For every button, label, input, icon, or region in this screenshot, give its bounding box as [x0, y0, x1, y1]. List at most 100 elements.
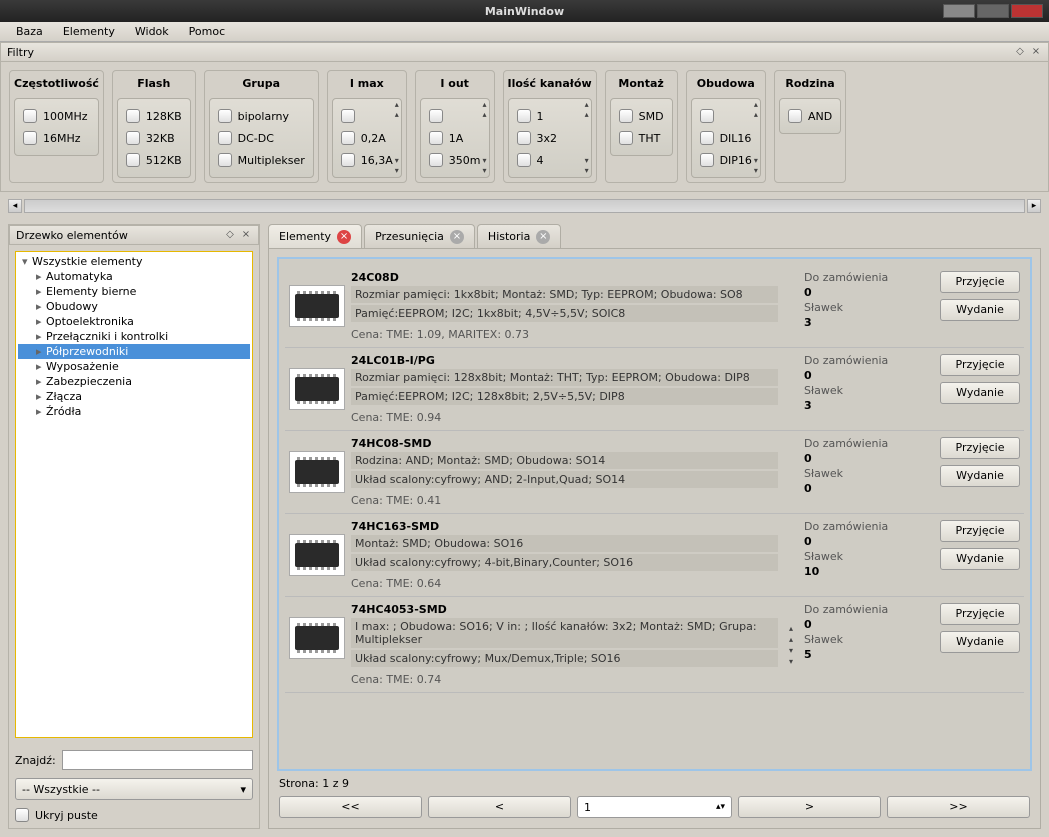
item-spinner[interactable]: ▴▴▾▾ [784, 603, 798, 686]
checkbox[interactable] [341, 153, 355, 167]
menu-baza[interactable]: Baza [6, 23, 53, 40]
menu-elementy[interactable]: Elementy [53, 23, 125, 40]
issue-button[interactable]: Wydanie [940, 299, 1020, 321]
filter-option[interactable]: 128KB [124, 105, 184, 127]
issue-button[interactable]: Wydanie [940, 382, 1020, 404]
filter-option[interactable]: SMD [617, 105, 666, 127]
checkbox[interactable] [700, 131, 714, 145]
filter-option[interactable]: 1 [515, 105, 585, 127]
page-last-button[interactable]: >> [887, 796, 1030, 818]
tab-elementy[interactable]: Elementy× [268, 224, 362, 248]
filter-option[interactable]: 512KB [124, 149, 184, 171]
scroll-up-icon[interactable]: ▴▴ [585, 101, 589, 119]
checkbox[interactable] [126, 109, 140, 123]
filter-option[interactable]: AND [786, 105, 834, 127]
checkbox[interactable] [429, 153, 443, 167]
checkbox[interactable] [700, 153, 714, 167]
tree-item[interactable]: ▸Źródła [18, 404, 250, 419]
tree-root[interactable]: ▾Wszystkie elementy [18, 254, 250, 269]
checkbox[interactable] [126, 131, 140, 145]
filter-option[interactable]: 32KB [124, 127, 184, 149]
item-spinner[interactable] [784, 520, 798, 590]
scroll-down-icon[interactable]: ▾▾ [395, 157, 399, 175]
window-minimize-button[interactable] [943, 4, 975, 18]
checkbox[interactable] [23, 109, 37, 123]
checkbox[interactable] [619, 109, 633, 123]
filters-detach-icon[interactable]: ◇ [1014, 46, 1026, 58]
receive-button[interactable]: Przyjęcie [940, 437, 1020, 459]
receive-button[interactable]: Przyjęcie [940, 271, 1020, 293]
issue-button[interactable]: Wydanie [940, 465, 1020, 487]
find-input[interactable] [62, 750, 253, 770]
checkbox[interactable] [218, 153, 232, 167]
receive-button[interactable]: Przyjęcie [940, 520, 1020, 542]
checkbox[interactable] [700, 109, 714, 123]
checkbox[interactable] [517, 131, 531, 145]
filter-option[interactable] [339, 105, 395, 127]
receive-button[interactable]: Przyjęcie [940, 603, 1020, 625]
checkbox[interactable] [23, 131, 37, 145]
page-select[interactable]: 1 ▴▾ [577, 796, 732, 818]
tree-close-icon[interactable]: × [240, 229, 252, 241]
checkbox[interactable] [341, 109, 355, 123]
tree-view[interactable]: ▾Wszystkie elementy▸Automatyka▸Elementy … [15, 251, 253, 738]
page-first-button[interactable]: << [279, 796, 422, 818]
checkbox[interactable] [788, 109, 802, 123]
issue-button[interactable]: Wydanie [940, 631, 1020, 653]
checkbox[interactable] [517, 153, 531, 167]
page-prev-button[interactable]: < [428, 796, 571, 818]
tab-historia[interactable]: Historia× [477, 224, 561, 248]
tree-item[interactable]: ▸Złącza [18, 389, 250, 404]
scroll-right-icon[interactable]: ▸ [1027, 199, 1041, 213]
list-item[interactable]: 24LC01B-I/PGRozmiar pamięci: 128x8bit; M… [285, 348, 1024, 431]
tree-detach-icon[interactable]: ◇ [224, 229, 236, 241]
menu-widok[interactable]: Widok [125, 23, 179, 40]
tree-item[interactable]: ▸Obudowy [18, 299, 250, 314]
filter-option[interactable]: 1A [427, 127, 483, 149]
filter-option[interactable]: 16,3A [339, 149, 395, 171]
item-spinner[interactable] [784, 354, 798, 424]
tree-item[interactable]: ▸Wyposażenie [18, 359, 250, 374]
filter-option[interactable]: 0,2A [339, 127, 395, 149]
filter-option[interactable]: DC-DC [216, 127, 307, 149]
scroll-up-icon[interactable]: ▴▴ [482, 101, 486, 119]
window-maximize-button[interactable] [977, 4, 1009, 18]
filter-option[interactable]: 16MHz [21, 127, 92, 149]
window-close-button[interactable] [1011, 4, 1043, 18]
item-spinner[interactable] [784, 271, 798, 341]
checkbox[interactable] [218, 109, 232, 123]
checkbox[interactable] [341, 131, 355, 145]
tab-close-icon[interactable]: × [450, 230, 464, 244]
tree-item[interactable]: ▸Optoelektronika [18, 314, 250, 329]
tab-close-icon[interactable]: × [536, 230, 550, 244]
filter-option[interactable] [698, 105, 754, 127]
scroll-left-icon[interactable]: ◂ [8, 199, 22, 213]
scroll-up-icon[interactable]: ▴▴ [754, 101, 758, 119]
filters-scrollbar[interactable]: ◂ ▸ [8, 196, 1041, 216]
tab-przesunięcia[interactable]: Przesunięcia× [364, 224, 475, 248]
list-item[interactable]: 74HC163-SMDMontaż: SMD; Obudowa: SO16Ukł… [285, 514, 1024, 597]
filter-option[interactable]: Multiplekser [216, 149, 307, 171]
tab-close-icon[interactable]: × [337, 230, 351, 244]
menu-pomoc[interactable]: Pomoc [179, 23, 235, 40]
checkbox[interactable] [517, 109, 531, 123]
checkbox[interactable] [218, 131, 232, 145]
scroll-up-icon[interactable]: ▴▴ [395, 101, 399, 119]
filter-option[interactable]: 350m [427, 149, 483, 171]
hide-empty-checkbox[interactable] [15, 808, 29, 822]
checkbox[interactable] [429, 109, 443, 123]
scroll-down-icon[interactable]: ▾▾ [585, 157, 589, 175]
issue-button[interactable]: Wydanie [940, 548, 1020, 570]
checkbox[interactable] [429, 131, 443, 145]
tree-item[interactable]: ▸Półprzewodniki [18, 344, 250, 359]
tree-item[interactable]: ▸Przełączniki i kontrolki [18, 329, 250, 344]
tree-item[interactable]: ▸Elementy bierne [18, 284, 250, 299]
category-combo[interactable]: -- Wszystkie -- ▾ [15, 778, 253, 800]
filter-option[interactable] [427, 105, 483, 127]
list-item[interactable]: 74HC4053-SMDI max: ; Obudowa: SO16; V in… [285, 597, 1024, 693]
scroll-down-icon[interactable]: ▾▾ [754, 157, 758, 175]
filter-option[interactable]: 100MHz [21, 105, 92, 127]
filters-close-icon[interactable]: × [1030, 46, 1042, 58]
item-spinner[interactable] [784, 437, 798, 507]
scroll-down-icon[interactable]: ▾▾ [482, 157, 486, 175]
